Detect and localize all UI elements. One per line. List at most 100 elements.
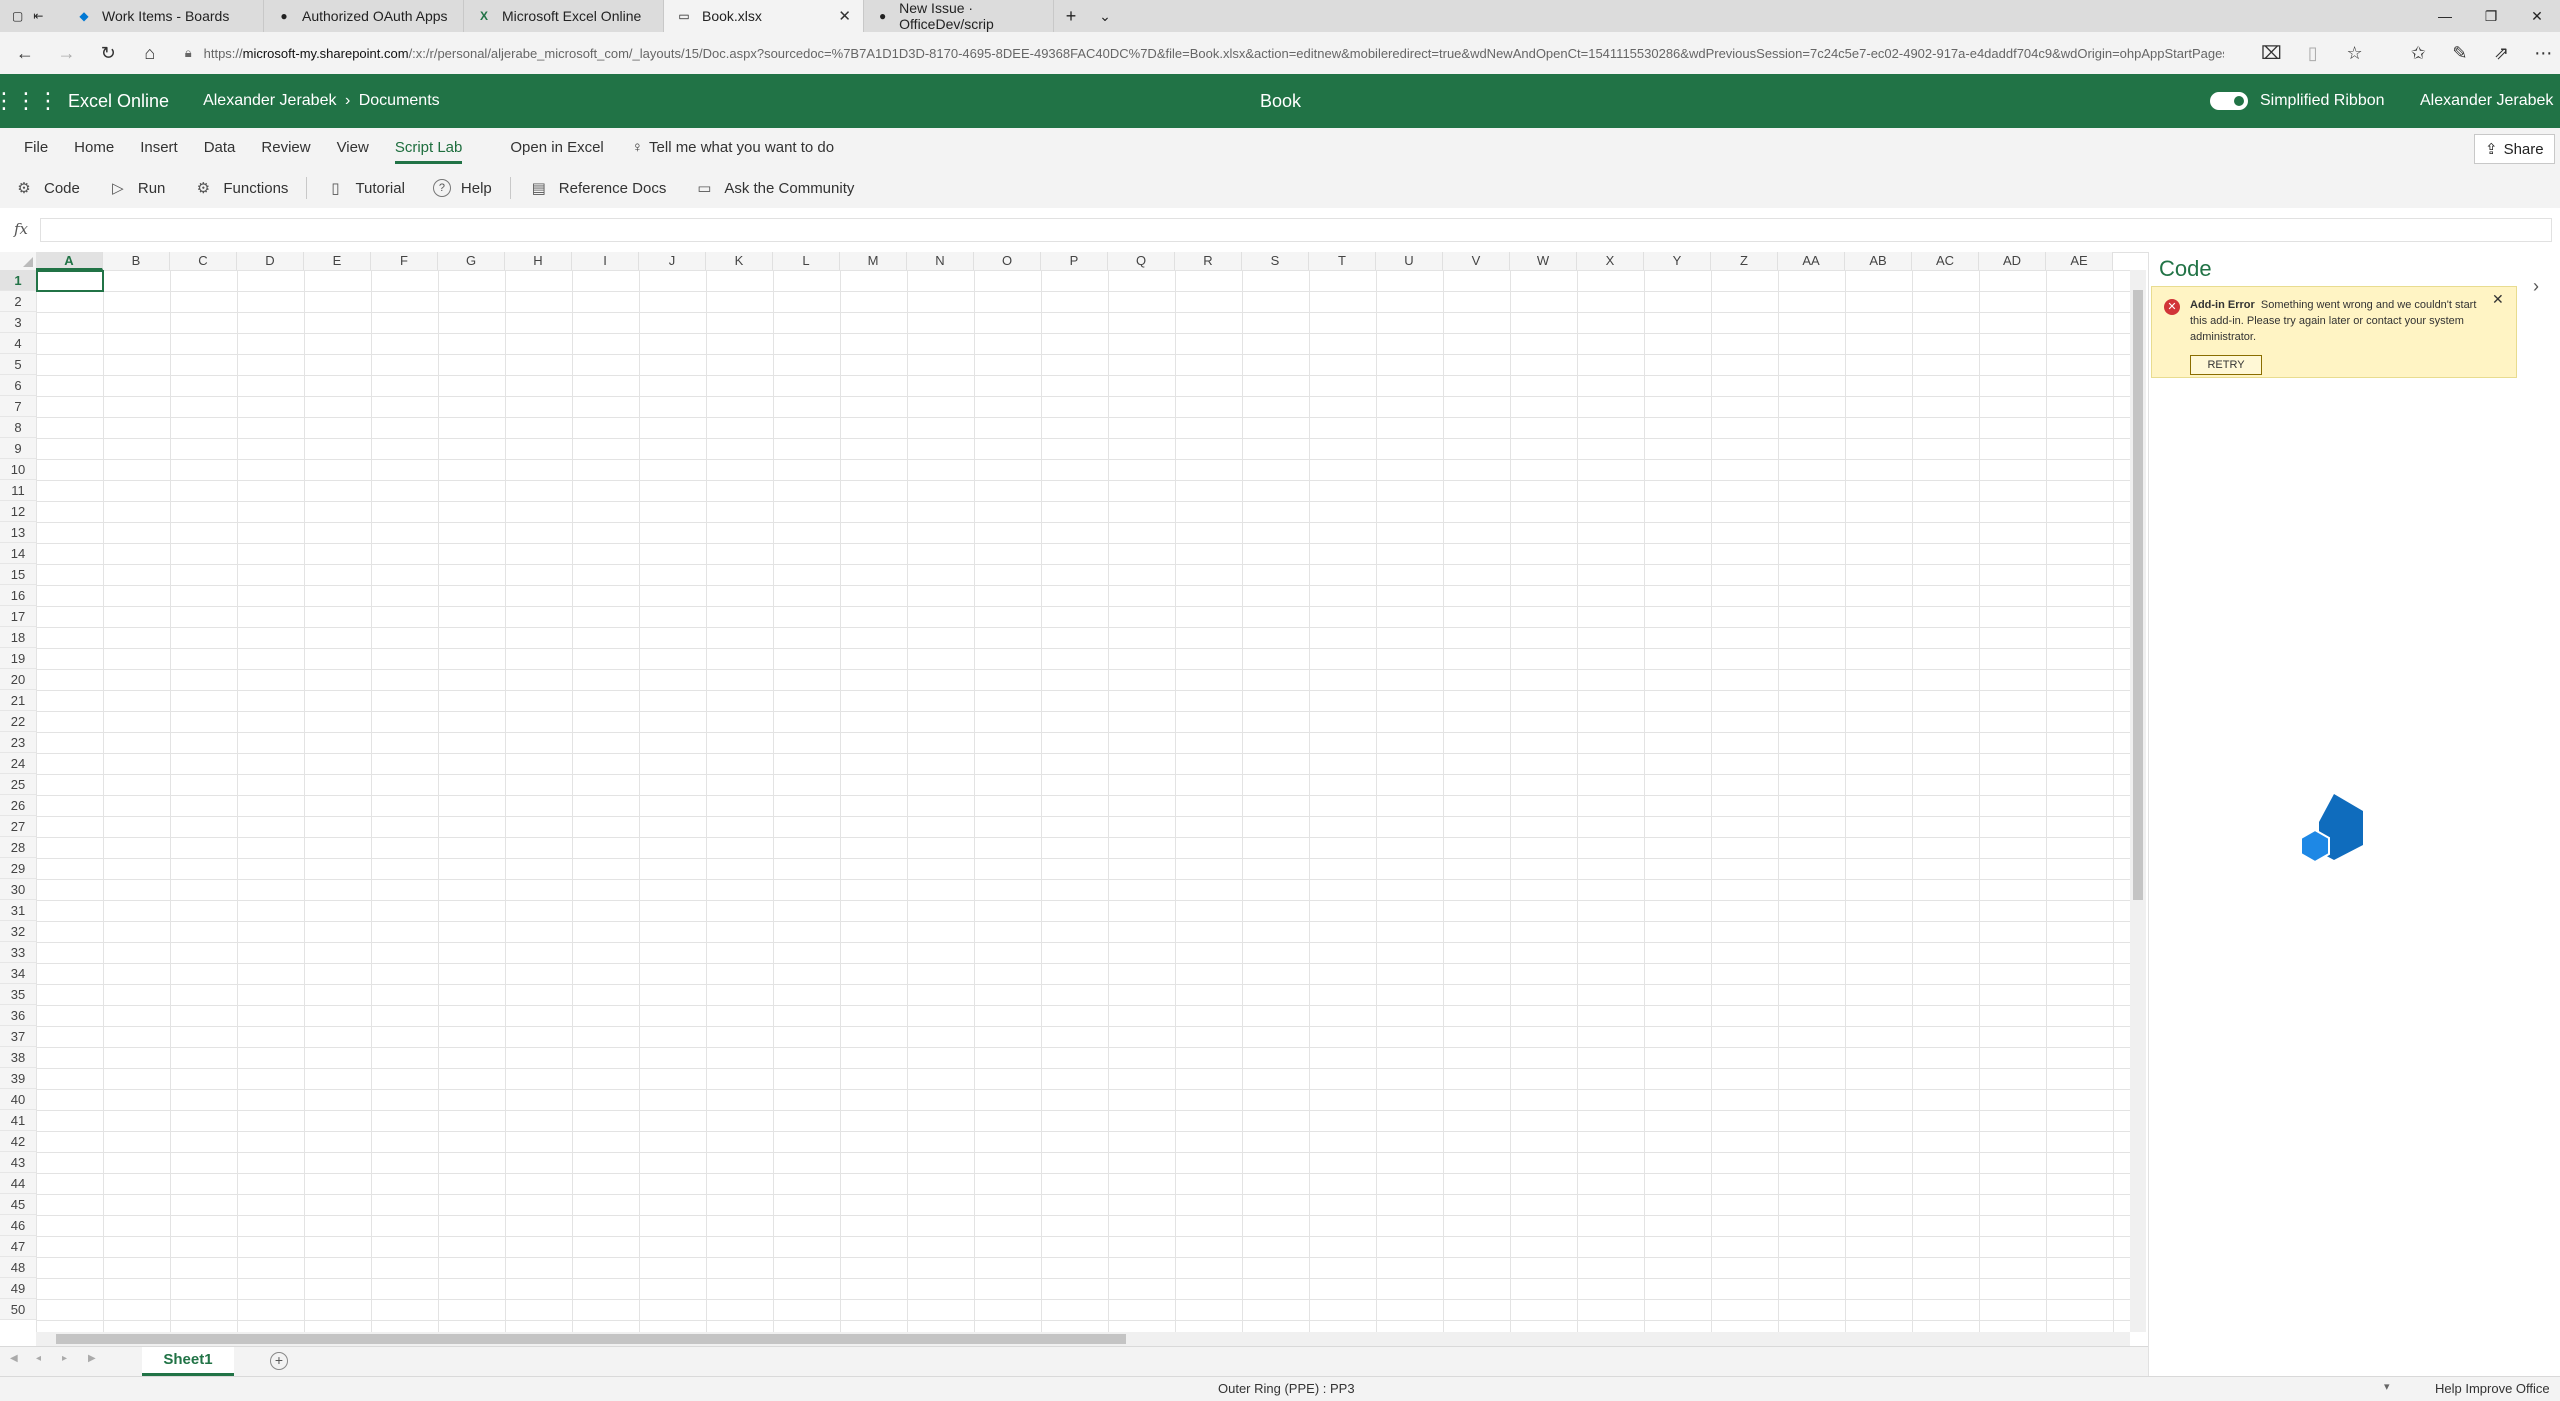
column-header[interactable]: T [1309,252,1376,270]
column-header[interactable]: H [505,252,572,270]
column-header[interactable]: F [371,252,438,270]
reading-view-button[interactable]: ⌧ [2254,36,2288,70]
column-header[interactable]: AD [1979,252,2046,270]
row-header[interactable]: 35 [0,984,36,1005]
column-header[interactable]: AA [1778,252,1845,270]
tab-script-lab[interactable]: Script Lab [394,128,462,168]
column-header[interactable]: K [706,252,773,270]
favorite-button[interactable]: ☆ [2338,36,2372,70]
row-header[interactable]: 17 [0,606,36,627]
column-header[interactable]: L [773,252,840,270]
notes-button[interactable]: ✎ [2443,36,2477,70]
row-header[interactable]: 48 [0,1257,36,1278]
worksheet-grid[interactable]: A B C D E F G H I J K L M N O P Q R S T U V W X Y Z AA AB AC AD AE 123… [0,252,2130,1332]
column-header[interactable]: Y [1644,252,1711,270]
window-controls-left[interactable]: ▢ ⇤ [0,0,64,32]
book-button[interactable]: ▯ [2296,36,2330,70]
tutorial-button[interactable]: ▯ Tutorial [325,178,405,198]
chevron-right-icon[interactable]: › [2533,276,2539,297]
document-title[interactable]: Book [1260,74,1301,128]
column-header[interactable]: Q [1108,252,1175,270]
more-button[interactable]: ⋯ [2526,36,2560,70]
cells-area[interactable] [36,270,2130,1332]
back-tabs-icon[interactable]: ⇤ [33,8,43,24]
row-header[interactable]: 22 [0,711,36,732]
row-header[interactable]: 28 [0,837,36,858]
row-header[interactable]: 2 [0,291,36,312]
toggle-switch[interactable] [2210,92,2248,110]
restore-button[interactable]: ❐ [2468,0,2514,32]
back-button[interactable]: ← [8,36,42,70]
row-header[interactable]: 21 [0,690,36,711]
row-header[interactable]: 16 [0,585,36,606]
row-header[interactable]: 23 [0,732,36,753]
first-sheet-icon[interactable]: ◀ [10,1353,18,1364]
share-button[interactable]: ⇪ Share [2474,134,2555,164]
tab-file[interactable]: File [24,128,48,168]
row-header[interactable]: 1 [0,270,36,291]
row-header[interactable]: 11 [0,480,36,501]
column-header[interactable]: D [237,252,304,270]
row-header[interactable]: 25 [0,774,36,795]
tab-home[interactable]: Home [74,128,114,168]
row-header[interactable]: 34 [0,963,36,984]
run-button[interactable]: ▷ Run [108,178,165,198]
column-header[interactable]: AC [1912,252,1979,270]
row-header[interactable]: 41 [0,1110,36,1131]
tab-menu-button[interactable]: ⌄ [1088,0,1122,32]
horizontal-scrollbar[interactable] [36,1332,2130,1346]
row-header[interactable]: 44 [0,1173,36,1194]
row-header[interactable]: 12 [0,501,36,522]
select-all-corner[interactable] [0,252,37,271]
url-field[interactable]: 🔒︎ https://microsoft-my.sharepoint.com/:… [185,38,2225,68]
row-header[interactable]: 43 [0,1152,36,1173]
column-header[interactable]: A [36,252,103,270]
active-cell[interactable] [36,270,104,292]
breadcrumb-folder[interactable]: Documents [359,92,440,109]
code-button[interactable]: ⚙ Code [14,178,80,198]
close-window-button[interactable]: ✕ [2514,0,2560,32]
scroll-thumb[interactable] [2133,290,2143,900]
browser-tab[interactable]: X Microsoft Excel Online [464,0,664,32]
column-header[interactable]: S [1242,252,1309,270]
home-button[interactable]: ⌂ [133,36,167,70]
row-header[interactable]: 8 [0,417,36,438]
column-header[interactable]: W [1510,252,1577,270]
column-header[interactable]: Z [1711,252,1778,270]
row-header[interactable]: 39 [0,1068,36,1089]
row-header[interactable]: 24 [0,753,36,774]
row-header[interactable]: 31 [0,900,36,921]
row-header[interactable]: 13 [0,522,36,543]
last-sheet-icon[interactable]: ▶ [88,1353,96,1364]
ask-community-button[interactable]: ▭ Ask the Community [694,178,854,198]
row-header[interactable]: 45 [0,1194,36,1215]
browser-tab[interactable]: ● Authorized OAuth Apps [264,0,464,32]
browser-tab[interactable]: ◆ Work Items - Boards [64,0,264,32]
tab-data[interactable]: Data [204,128,236,168]
forward-button[interactable]: → [50,36,84,70]
column-header[interactable]: E [304,252,371,270]
column-header[interactable]: AE [2046,252,2113,270]
add-sheet-button[interactable]: + [270,1352,288,1370]
column-header[interactable]: N [907,252,974,270]
row-header[interactable]: 6 [0,375,36,396]
column-header[interactable]: R [1175,252,1242,270]
row-header[interactable]: 7 [0,396,36,417]
share-browser-button[interactable]: ⇗ [2485,36,2519,70]
row-header[interactable]: 37 [0,1026,36,1047]
new-tab-button[interactable]: + [1054,0,1088,32]
row-header[interactable]: 10 [0,459,36,480]
next-sheet-icon[interactable]: ▸ [62,1353,67,1364]
row-header[interactable]: 27 [0,816,36,837]
tab-view[interactable]: View [337,128,369,168]
user-name[interactable]: Alexander Jerabek [2420,74,2553,128]
column-header[interactable]: M [840,252,907,270]
column-header[interactable]: G [438,252,505,270]
tab-insert[interactable]: Insert [140,128,178,168]
tab-list-icon[interactable]: ▢ [12,8,23,24]
column-header[interactable]: J [639,252,706,270]
row-header[interactable]: 33 [0,942,36,963]
reference-docs-button[interactable]: ▤ Reference Docs [529,178,667,198]
row-header[interactable]: 38 [0,1047,36,1068]
app-launcher-button[interactable]: ⋮⋮⋮ [0,74,59,128]
